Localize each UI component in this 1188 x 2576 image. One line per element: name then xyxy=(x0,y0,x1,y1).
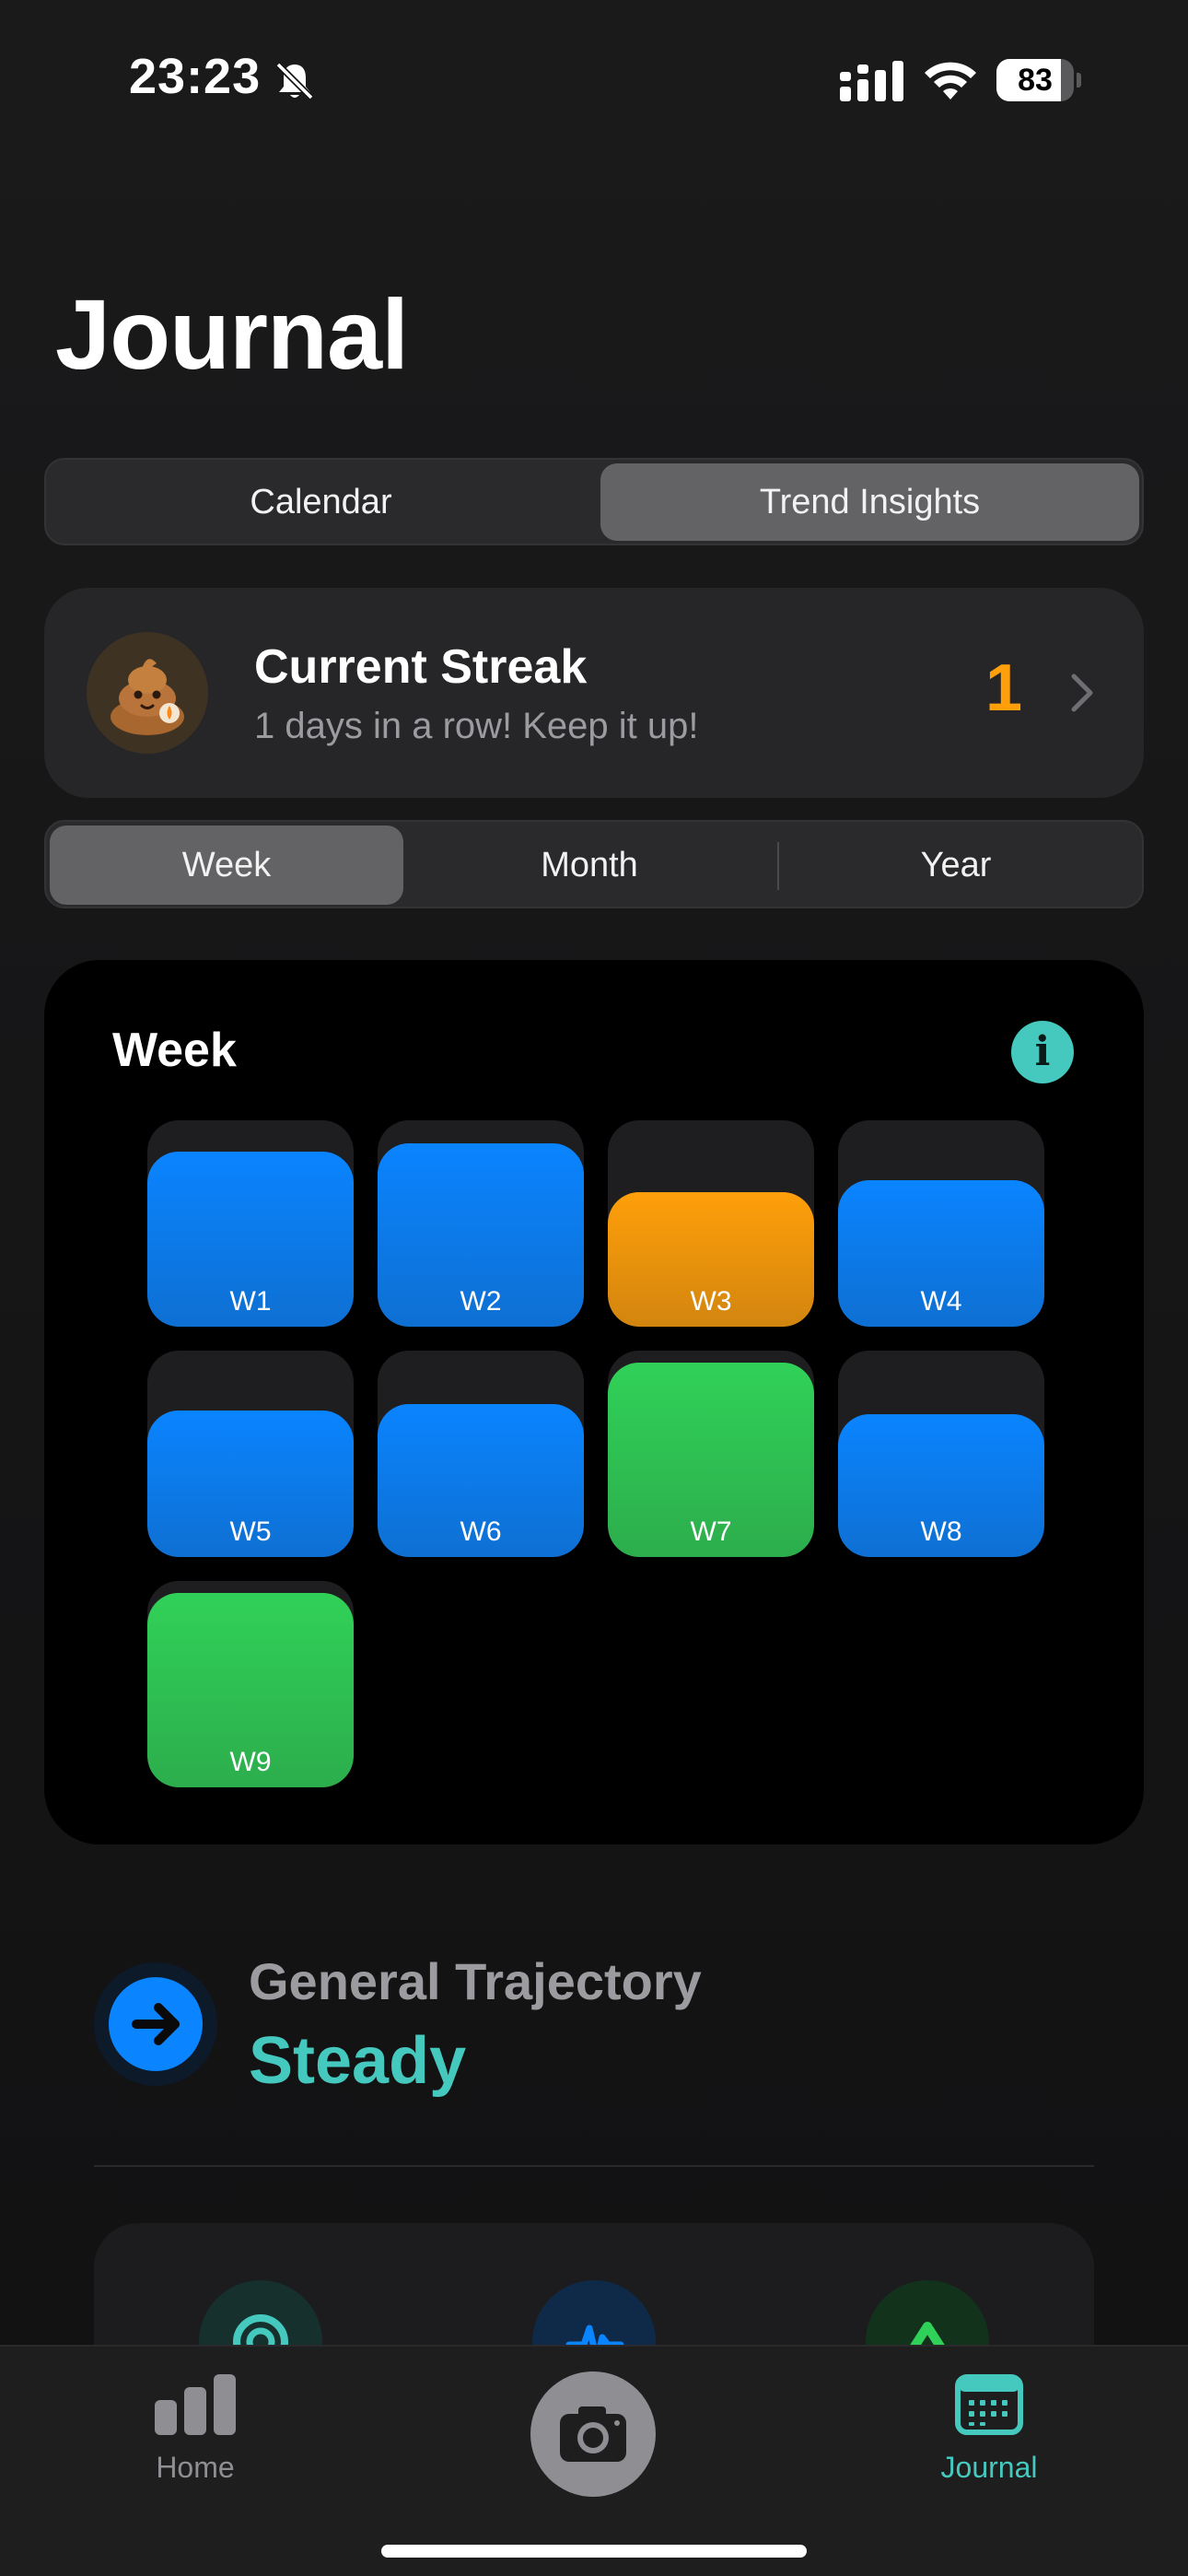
wifi-icon xyxy=(925,62,976,100)
week-tile-w6[interactable]: W6 xyxy=(378,1351,584,1557)
trajectory-value: Steady xyxy=(249,2024,467,2098)
week-tile-w2[interactable]: W2 xyxy=(378,1120,584,1327)
week-tile-label: W3 xyxy=(690,1286,732,1317)
mascot-avatar xyxy=(87,632,208,754)
section-divider xyxy=(94,2165,1094,2167)
streak-subtitle: 1 days in a row! Keep it up! xyxy=(254,706,699,746)
week-tile-label: W1 xyxy=(229,1286,272,1317)
bell-slash-icon xyxy=(275,62,314,100)
current-streak-card[interactable]: Current Streak 1 days in a row! Keep it … xyxy=(44,588,1144,798)
journal-screen: 23:23 83 Journal Calendar Trend Insights xyxy=(0,0,1188,2576)
week-tile-w8[interactable]: W8 xyxy=(838,1351,1044,1557)
cellular-signal-icon xyxy=(840,61,903,101)
poop-mascot-icon xyxy=(111,659,184,735)
week-tile-label: W8 xyxy=(920,1516,962,1547)
week-tile-label: W4 xyxy=(920,1286,962,1317)
battery-level: 83 xyxy=(1018,63,1053,98)
tab-calendar[interactable]: Calendar xyxy=(52,463,590,541)
week-tile-label: W5 xyxy=(229,1516,272,1547)
streak-count: 1 xyxy=(985,651,1023,725)
home-indicator[interactable] xyxy=(381,2545,807,2558)
week-tile-w9[interactable]: W9 xyxy=(147,1581,354,1787)
status-time: 23:23 xyxy=(129,49,262,104)
range-month[interactable]: Month xyxy=(413,825,766,905)
week-tile-label: W2 xyxy=(460,1286,502,1317)
week-tile-w5[interactable]: W5 xyxy=(147,1351,354,1557)
camera-icon xyxy=(560,2406,626,2462)
tab-bar: Home Journal xyxy=(0,2345,1188,2576)
calendar-icon xyxy=(955,2374,1023,2435)
range-year[interactable]: Year xyxy=(779,825,1133,905)
tab-home[interactable]: Home xyxy=(103,2374,287,2485)
streak-title: Current Streak xyxy=(254,640,588,694)
tab-trend-insights[interactable]: Trend Insights xyxy=(600,463,1139,541)
battery-icon: 83 xyxy=(996,59,1081,101)
bar-chart-icon xyxy=(155,2374,236,2435)
week-tile-w1[interactable]: W1 xyxy=(147,1120,354,1327)
trajectory-label: General Trajectory xyxy=(249,1952,702,2010)
week-tile-label: W9 xyxy=(229,1747,272,1777)
week-tile-label: W7 xyxy=(690,1516,732,1547)
week-tile-w4[interactable]: W4 xyxy=(838,1120,1044,1327)
week-chart-title: Week xyxy=(112,1024,237,1077)
range-week[interactable]: Week xyxy=(50,825,403,905)
page-title: Journal xyxy=(55,278,409,390)
week-chart-card: Week i W1 W2 W3 W4 W5 W6 W7 W8 W9 xyxy=(44,960,1144,1844)
week-tile-w3[interactable]: W3 xyxy=(608,1120,814,1327)
week-tile-w7[interactable]: W7 xyxy=(608,1351,814,1557)
camera-button[interactable] xyxy=(530,2371,656,2497)
tab-journal-label: Journal xyxy=(940,2451,1038,2484)
tab-journal[interactable]: Journal xyxy=(897,2374,1081,2485)
arrow-right-icon xyxy=(109,1977,203,2071)
range-switch: Week Month Year xyxy=(44,820,1144,908)
chevron-right-icon xyxy=(1071,673,1093,712)
view-switch: Calendar Trend Insights xyxy=(44,458,1144,545)
week-tile-label: W6 xyxy=(460,1516,502,1547)
tab-home-label: Home xyxy=(156,2451,235,2484)
info-icon[interactable]: i xyxy=(1011,1021,1074,1083)
